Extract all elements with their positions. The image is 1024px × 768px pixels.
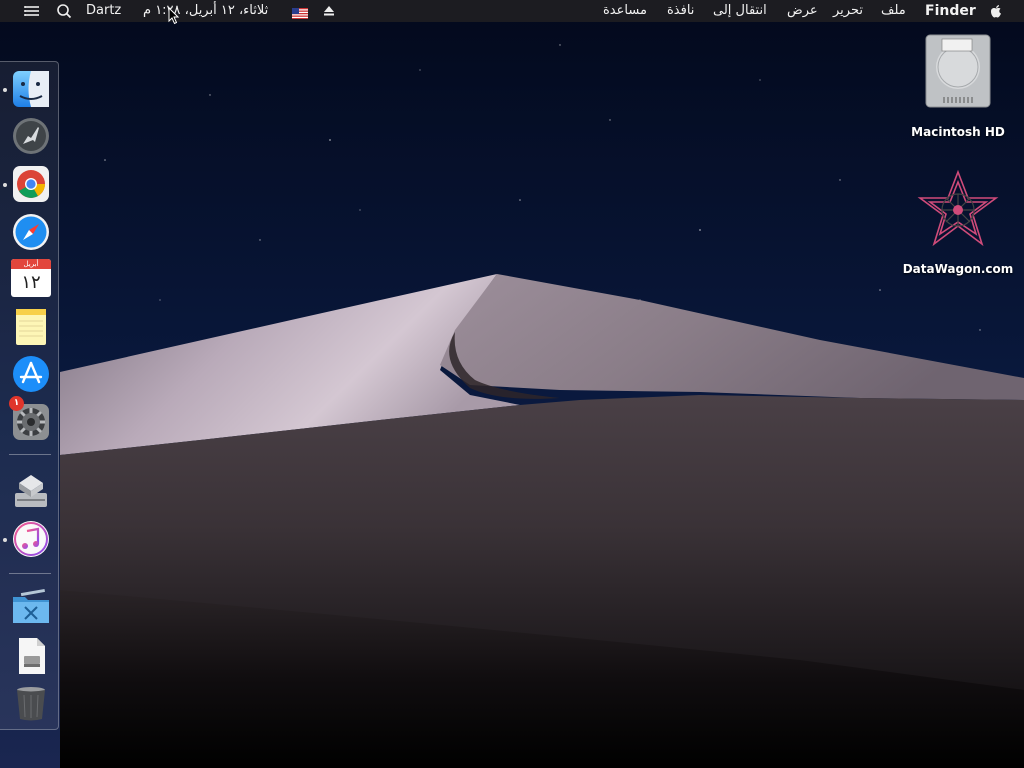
menu-bar: Dartz ثلاثاء، ١٢ أبريل، ١:٢٨ م مساعدة نا… <box>0 0 1024 22</box>
dock-launchpad-icon[interactable] <box>11 116 51 156</box>
desktop-icon-label: DataWagon.com <box>902 262 1014 276</box>
calendar-month: أبريل <box>11 259 51 269</box>
spotlight-search-icon[interactable] <box>55 0 73 22</box>
dock-finder-icon[interactable] <box>11 69 51 109</box>
desktop-wallpaper <box>0 0 1024 768</box>
dock: أبريل ١٢ ١ <box>0 61 59 730</box>
dock-calendar-icon[interactable]: أبريل ١٢ <box>11 259 51 299</box>
dock-applications-folder-icon[interactable] <box>11 587 51 627</box>
desktop-icon-label: Macintosh HD <box>911 125 1005 139</box>
dock-trash-icon[interactable] <box>11 683 51 723</box>
dock-separator <box>9 454 51 455</box>
dock-separator <box>9 573 51 574</box>
running-indicator <box>3 183 7 187</box>
notification-badge: ١ <box>9 396 24 411</box>
mouse-cursor <box>168 7 180 25</box>
menu-go[interactable]: انتقال إلى <box>713 0 767 22</box>
running-indicator <box>3 88 7 92</box>
hard-drive-icon <box>925 34 991 108</box>
desktop[interactable]: Dartz ثلاثاء، ١٢ أبريل، ١:٢٨ م مساعدة نا… <box>0 0 1024 768</box>
datawagon-logo-icon <box>917 169 999 247</box>
menu-help[interactable]: مساعدة <box>603 0 647 22</box>
running-indicator <box>3 538 7 542</box>
dock-notes-icon[interactable] <box>11 307 51 347</box>
dock-safari-icon[interactable] <box>11 212 51 252</box>
calendar-day: ١٢ <box>21 272 41 293</box>
notification-center-icon[interactable] <box>22 0 42 22</box>
user-menu[interactable]: Dartz <box>86 0 121 22</box>
eject-icon[interactable] <box>322 0 336 22</box>
menu-file[interactable]: ملف <box>881 0 906 22</box>
dock-system-preferences-icon[interactable]: ١ <box>9 396 51 442</box>
app-menu-finder[interactable]: Finder <box>925 0 976 22</box>
desktop-icon-datawagon[interactable]: DataWagon.com <box>898 168 1018 280</box>
menu-view[interactable]: عرض <box>787 0 818 22</box>
menubar-clock[interactable]: ثلاثاء، ١٢ أبريل، ١:٢٨ م <box>143 0 268 22</box>
apple-menu-icon[interactable] <box>988 0 1004 22</box>
dock-itunes-icon[interactable] <box>11 519 51 559</box>
menu-edit[interactable]: تحرير <box>833 0 863 22</box>
calendar-tile: أبريل ١٢ <box>11 259 51 297</box>
dock-document-icon[interactable] <box>11 636 51 676</box>
input-source-flag-icon[interactable] <box>292 5 308 19</box>
dock-app-store-icon[interactable] <box>11 354 51 394</box>
dock-boot-camp-icon[interactable] <box>11 471 51 511</box>
dock-chrome-icon[interactable] <box>11 164 51 204</box>
desktop-icon-macintosh-hd[interactable]: Macintosh HD <box>898 31 1018 143</box>
menu-window[interactable]: نافذة <box>667 0 694 22</box>
